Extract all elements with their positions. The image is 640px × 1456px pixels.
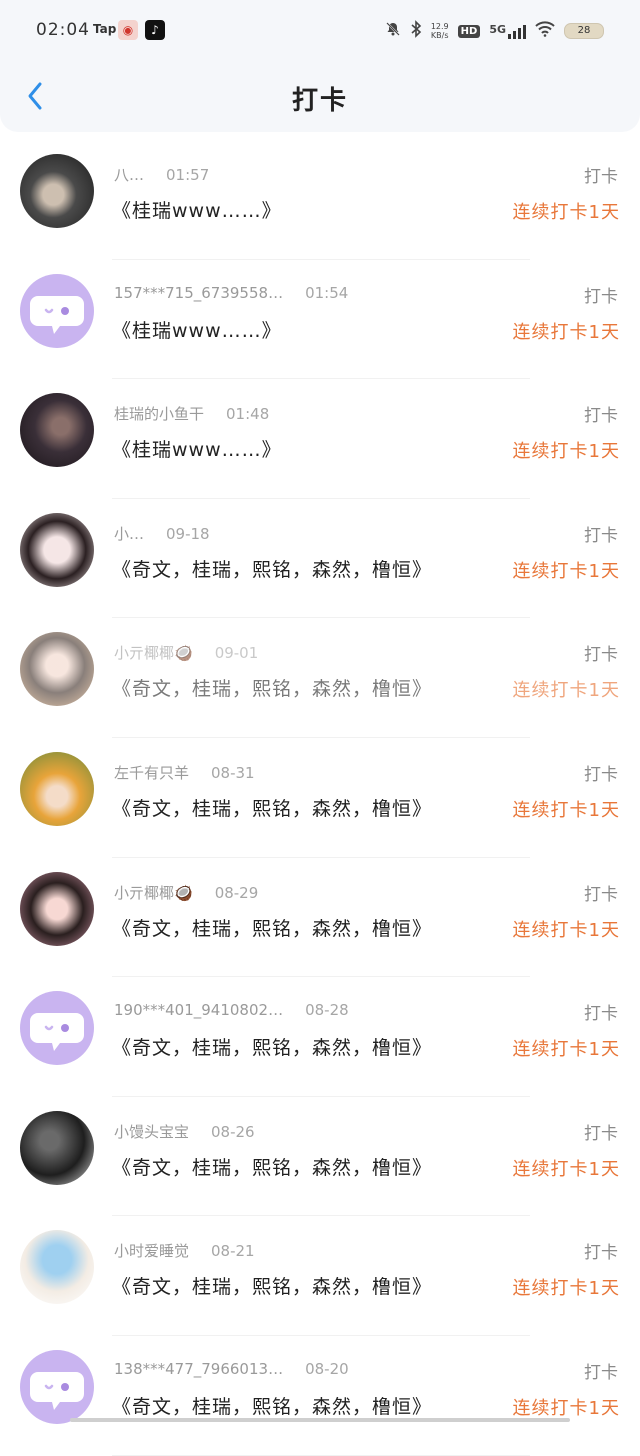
- avatar[interactable]: [20, 871, 94, 946]
- checkin-content: 《奇文，桂瑞，熙铭，森然，橹恒》: [112, 678, 433, 701]
- checkin-label: 打卡: [584, 286, 618, 307]
- checkin-content: 《奇文，桂瑞，熙铭，森然，橹恒》: [112, 1156, 433, 1179]
- list-item[interactable]: 桂瑞的小鱼干 01:48 《桂瑞www……》 打卡 连续打卡1天: [0, 379, 640, 499]
- user-name[interactable]: 左千有只羊: [114, 764, 189, 782]
- avatar[interactable]: [20, 393, 94, 468]
- chat-bubble-icon: [30, 1013, 84, 1052]
- streak-label: 连续打卡1天: [512, 680, 620, 702]
- chat-bubble-icon: [30, 1371, 84, 1410]
- cellular-signal-icon: 5G: [489, 23, 526, 39]
- user-name[interactable]: 157***715_6739558…: [114, 284, 283, 302]
- avatar[interactable]: [20, 1230, 94, 1305]
- checkin-label: 打卡: [584, 645, 618, 666]
- navigation-bar: 打卡: [0, 62, 640, 132]
- checkin-content: 《奇文，桂瑞，熙铭，森然，橹恒》: [112, 1395, 433, 1418]
- post-time: 08-26: [211, 1122, 255, 1141]
- list-item[interactable]: 190***401_9410802… 08-28 《奇文，桂瑞，熙铭，森然，橹恒》…: [0, 977, 640, 1097]
- avatar[interactable]: [20, 632, 94, 707]
- streak-label: 连续打卡1天: [512, 202, 620, 223]
- list-item[interactable]: 小… 09-18 《奇文，桂瑞，熙铭，森然，橹恒》 打卡 连续打卡1天: [0, 499, 640, 619]
- user-name[interactable]: 小馒头宝宝: [114, 1123, 189, 1141]
- user-name[interactable]: 小亓椰椰🥥: [114, 644, 193, 662]
- checkin-label: 打卡: [584, 1243, 618, 1264]
- streak-label: 连续打卡1天: [512, 1158, 620, 1180]
- wifi-icon: [535, 21, 555, 41]
- user-name[interactable]: 小…: [114, 525, 144, 543]
- checkin-content: 《奇文，桂瑞，熙铭，森然，橹恒》: [112, 917, 433, 940]
- checkin-content: 《桂瑞www……》: [112, 319, 282, 342]
- checkin-label: 打卡: [584, 1004, 618, 1025]
- streak-label: 连续打卡1天: [512, 919, 620, 941]
- home-indicator: [70, 1418, 570, 1422]
- list-item[interactable]: 138***477_7966013… 08-20 《奇文，桂瑞，熙铭，森然，橹恒》…: [0, 1336, 640, 1456]
- streak-label: 连续打卡1天: [512, 1039, 620, 1061]
- post-time: 08-31: [211, 763, 255, 782]
- default-avatar[interactable]: [20, 1349, 94, 1424]
- post-time: 08-21: [211, 1242, 255, 1261]
- checkin-content: 《奇文，桂瑞，熙铭，森然，橹恒》: [112, 797, 433, 820]
- checkin-content: 《桂瑞www……》: [112, 439, 282, 462]
- mute-bell-icon: [385, 21, 401, 41]
- bluetooth-icon: [410, 20, 422, 42]
- net-speed: 12.9 KB/s: [430, 22, 449, 40]
- user-name[interactable]: 桂瑞的小鱼干: [114, 405, 204, 423]
- post-time: 08-28: [305, 1001, 349, 1020]
- list-item[interactable]: 小时爱睡觉 08-21 《奇文，桂瑞，熙铭，森然，橹恒》 打卡 连续打卡1天: [0, 1216, 640, 1336]
- avatar[interactable]: [20, 512, 94, 587]
- post-time: 09-01: [214, 644, 259, 663]
- list-item[interactable]: 左千有只羊 08-31 《奇文，桂瑞，熙铭，森然，橹恒》 打卡 连续打卡1天: [0, 738, 640, 858]
- streak-label: 连续打卡1天: [512, 1278, 620, 1300]
- status-time: 02:04: [36, 20, 90, 40]
- status-bar: 02:04 Tap ◉ ♪ 12.9 KB/s HD 5G 28: [0, 0, 640, 62]
- streak-label: 连续打卡1天: [512, 799, 620, 821]
- network-type: 5G: [489, 23, 506, 36]
- checkin-label: 打卡: [584, 1123, 618, 1144]
- list-item[interactable]: 小馒头宝宝 08-26 《奇文，桂瑞，熙铭，森然，橹恒》 打卡 连续打卡1天: [0, 1097, 640, 1217]
- hd-badge: HD: [457, 24, 481, 38]
- checkin-label: 打卡: [584, 884, 618, 905]
- checkin-content: 《奇文，桂瑞，熙铭，森然，橹恒》: [112, 1037, 433, 1060]
- checkin-content: 《奇文，桂瑞，熙铭，森然，橹恒》: [112, 558, 433, 581]
- user-name[interactable]: 小时爱睡觉: [114, 1242, 189, 1260]
- checkin-label: 打卡: [584, 1362, 618, 1383]
- post-time: 01:48: [226, 405, 270, 424]
- weibo-icon: ◉: [118, 20, 138, 40]
- streak-label: 连续打卡1天: [512, 321, 620, 343]
- list-item[interactable]: 157***715_6739558… 01:54 《桂瑞www……》 打卡 连续打…: [0, 260, 640, 380]
- avatar[interactable]: [20, 1110, 94, 1185]
- tiktok-icon: ♪: [145, 20, 165, 40]
- page-title: 打卡: [291, 86, 348, 116]
- status-icons: 12.9 KB/s HD 5G 28: [385, 18, 604, 44]
- post-time: 01:54: [305, 283, 349, 302]
- post-time: 08-29: [214, 883, 259, 902]
- post-time: 08-20: [305, 1359, 349, 1378]
- avatar[interactable]: [20, 154, 94, 228]
- list-item[interactable]: 小亓椰椰🥥 09-01 《奇文，桂瑞，熙铭，森然，橹恒》 打卡 连续打卡1天: [0, 618, 640, 738]
- checkin-label: 打卡: [584, 167, 618, 187]
- user-name[interactable]: 小亓椰椰🥥: [114, 884, 193, 902]
- post-time: 09-18: [166, 524, 210, 543]
- avatar[interactable]: [20, 751, 94, 826]
- streak-label: 连续打卡1天: [512, 441, 620, 463]
- streak-label: 连续打卡1天: [512, 560, 620, 582]
- default-avatar[interactable]: [20, 273, 94, 348]
- user-name[interactable]: 138***477_7966013…: [114, 1360, 283, 1378]
- checkin-label: 打卡: [584, 764, 618, 785]
- battery-indicator: 28: [564, 23, 604, 39]
- checkin-content: 《桂瑞www……》: [112, 200, 282, 222]
- post-time: 01:57: [166, 166, 210, 184]
- chat-bubble-icon: [30, 295, 84, 334]
- streak-label: 连续打卡1天: [512, 1397, 620, 1419]
- checkin-label: 打卡: [584, 525, 618, 546]
- user-name[interactable]: 190***401_9410802…: [114, 1001, 283, 1019]
- checkin-label: 打卡: [584, 406, 618, 427]
- user-name[interactable]: 八…: [114, 166, 144, 184]
- list-item[interactable]: 八… 01:57 《桂瑞www……》 打卡 连续打卡1天: [0, 140, 640, 260]
- tap-app-icon: Tap: [93, 22, 117, 36]
- default-avatar[interactable]: [20, 991, 94, 1066]
- list-item[interactable]: 小亓椰椰🥥 08-29 《奇文，桂瑞，熙铭，森然，橹恒》 打卡 连续打卡1天: [0, 858, 640, 978]
- checkin-list[interactable]: 八… 01:57 《桂瑞www……》 打卡 连续打卡1天 157***715_67…: [0, 140, 640, 1456]
- checkin-content: 《奇文，桂瑞，熙铭，森然，橹恒》: [112, 1276, 433, 1299]
